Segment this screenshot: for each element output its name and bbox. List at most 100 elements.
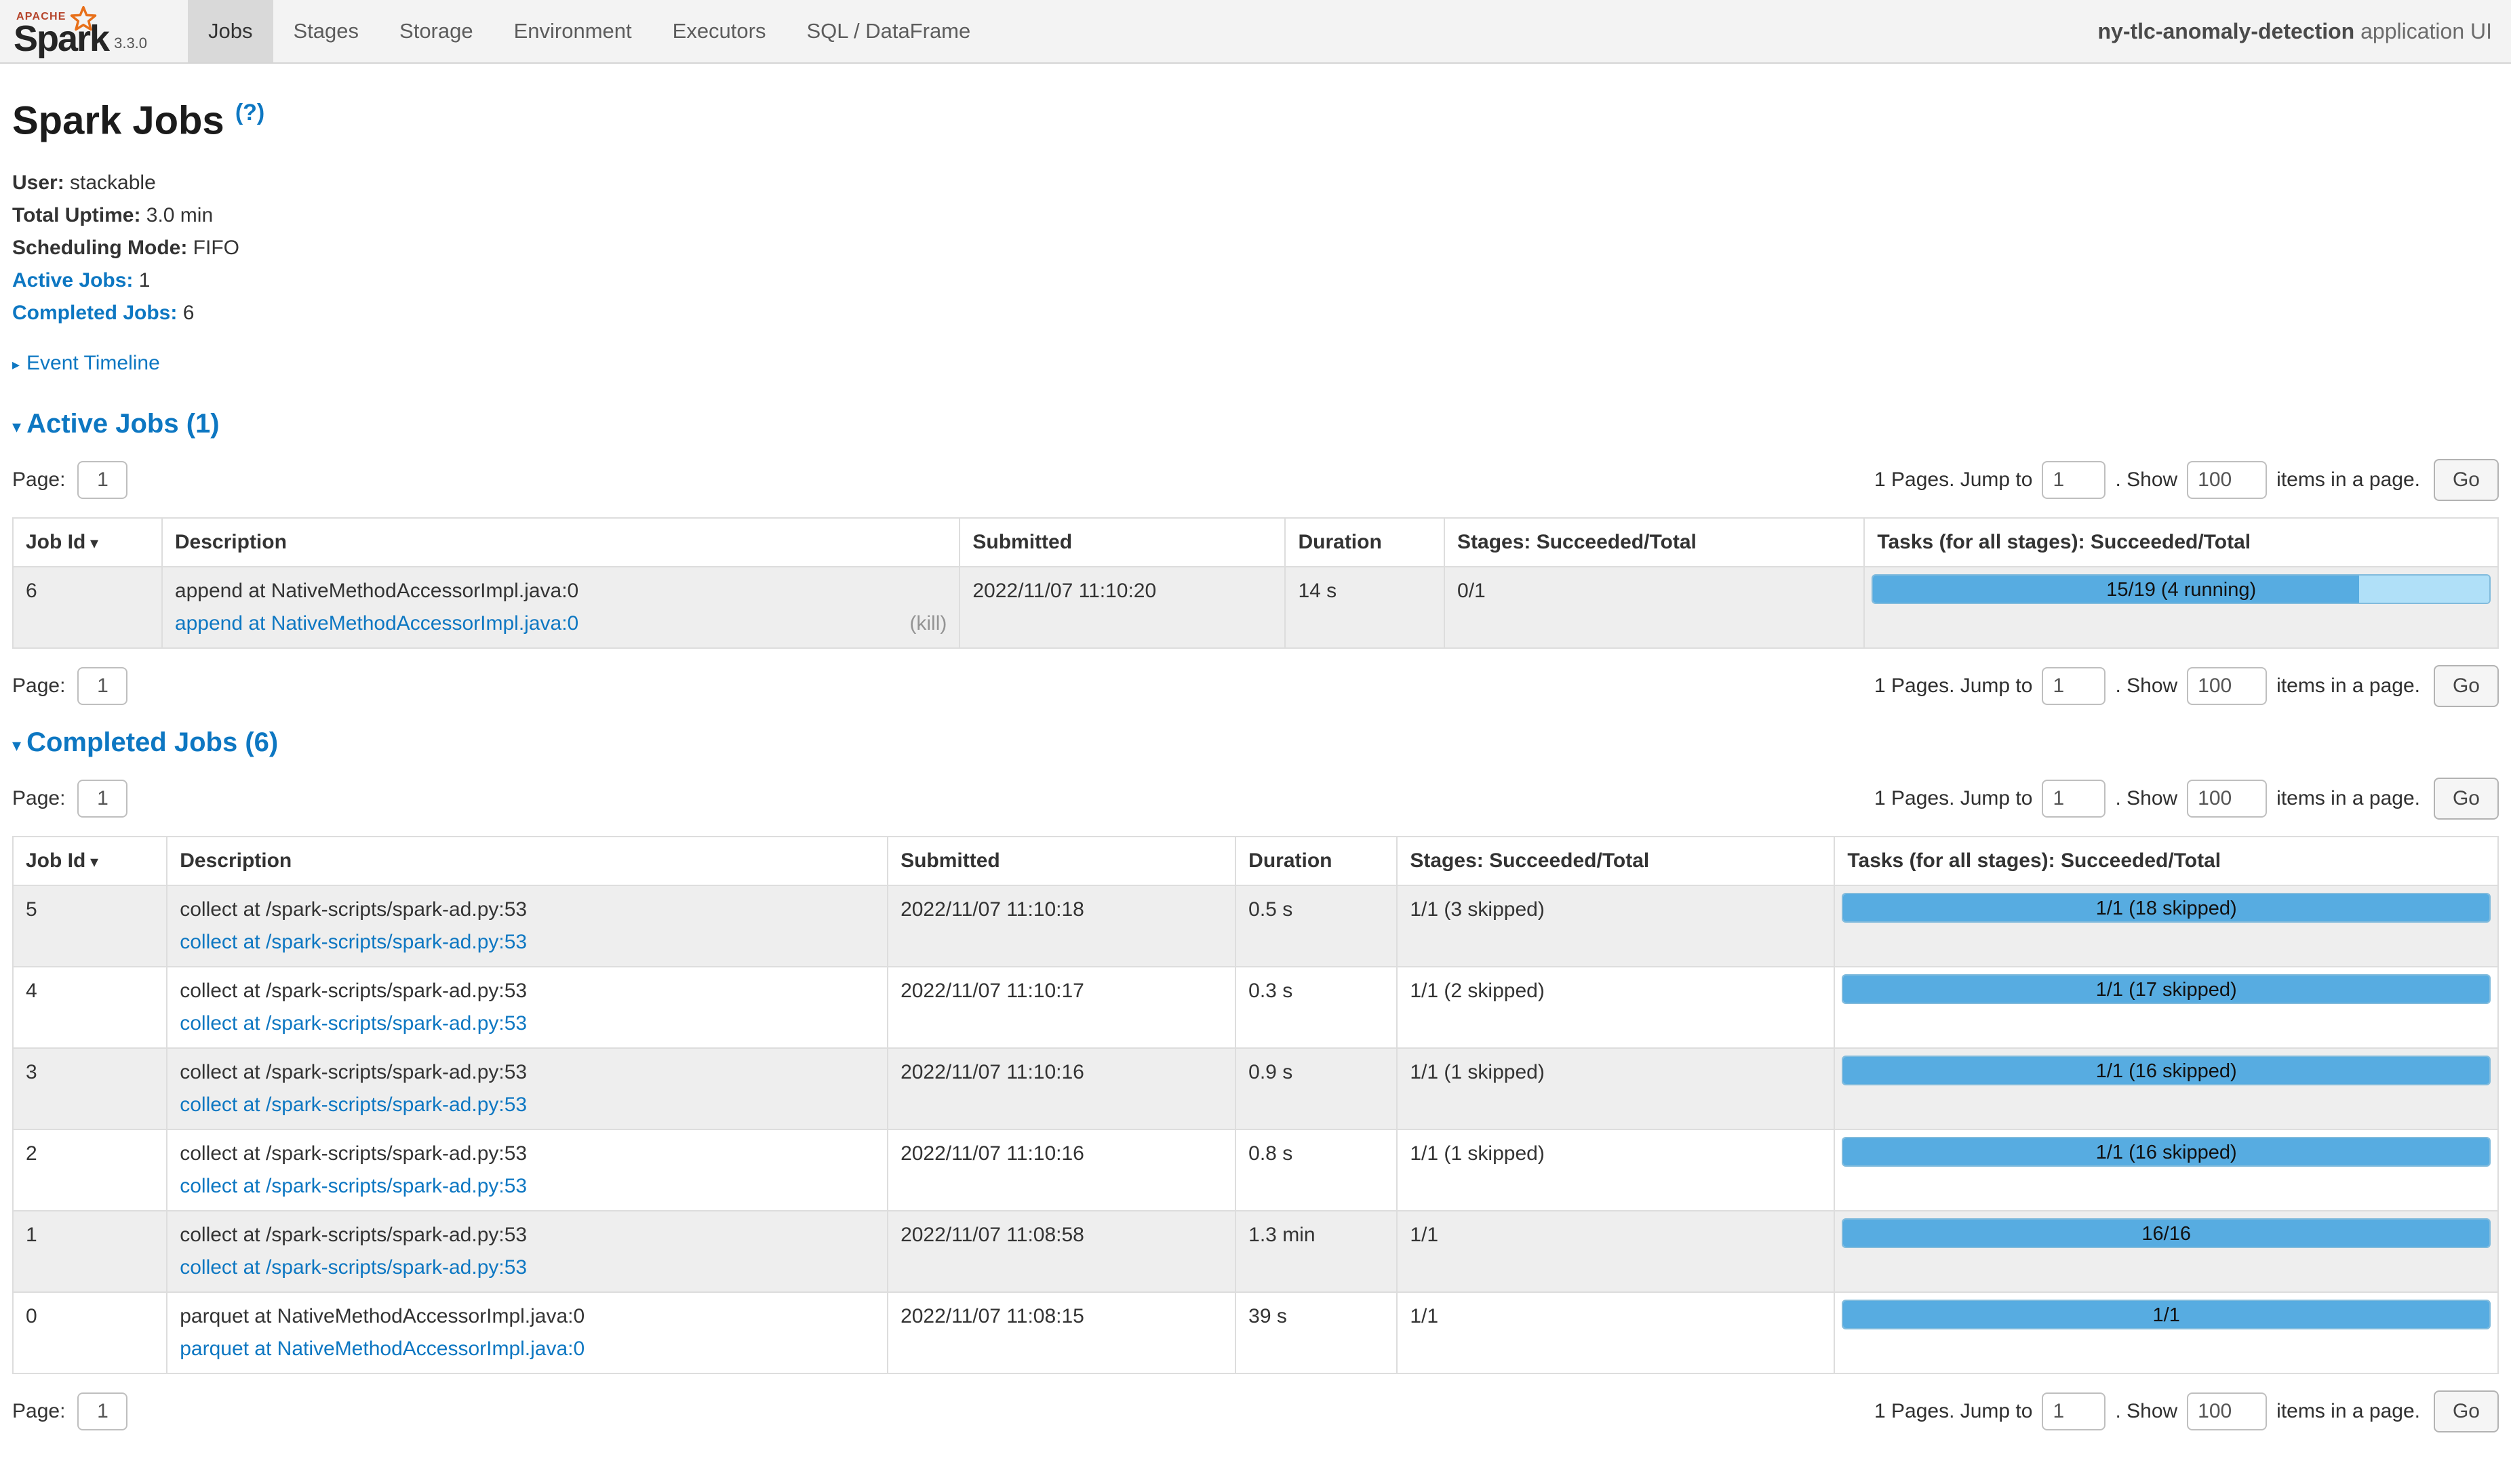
column-header-tasks-for-all-stages-succeeded-total[interactable]: Tasks (for all stages): Succeeded/Total xyxy=(1864,518,2498,567)
go-button[interactable]: Go xyxy=(2434,778,2499,820)
jump-to-input[interactable] xyxy=(2042,461,2105,499)
spark-logo[interactable]: APACHE Spark 3.3.0 xyxy=(0,1,163,61)
jump-to-input[interactable] xyxy=(2042,780,2105,818)
tab-stages[interactable]: Stages xyxy=(273,0,380,62)
pagination-bar: Page: 1 Pages. Jump to . Show items in a… xyxy=(12,665,2499,707)
active-jobs-section-header[interactable]: ▾Active Jobs (1) xyxy=(12,405,2499,443)
description-cell: collect at /spark-scripts/spark-ad.py:53… xyxy=(167,967,888,1048)
show-text: . Show xyxy=(2115,1397,2177,1426)
job-description-link[interactable]: collect at /spark-scripts/spark-ad.py:53 xyxy=(180,1172,527,1201)
jump-to-input[interactable] xyxy=(2042,1392,2105,1430)
page-label: Page: xyxy=(12,784,65,813)
summary-link-label[interactable]: Active Jobs: xyxy=(12,269,133,292)
tab-storage[interactable]: Storage xyxy=(379,0,494,62)
summary-link-label[interactable]: Completed Jobs: xyxy=(12,302,177,324)
help-link[interactable]: (?) xyxy=(235,100,264,125)
kill-link[interactable]: (kill) xyxy=(909,609,947,638)
job-row: 1 collect at /spark-scripts/spark-ad.py:5… xyxy=(13,1211,2498,1292)
column-header-job-id[interactable]: Job Id ▾ xyxy=(13,518,162,567)
description-cell: collect at /spark-scripts/spark-ad.py:53… xyxy=(167,885,888,967)
duration-cell: 39 s xyxy=(1235,1292,1397,1373)
stages-cell: 1/1 (1 skipped) xyxy=(1397,1048,1834,1129)
page-title: Spark Jobs (?) xyxy=(12,87,2499,148)
navbar: APACHE Spark 3.3.0 JobsStagesStorageEnvi… xyxy=(0,0,2511,64)
job-description-link[interactable]: collect at /spark-scripts/spark-ad.py:53 xyxy=(180,1254,527,1282)
completed-jobs-section-header[interactable]: ▾Completed Jobs (6) xyxy=(12,723,2499,761)
show-count-input[interactable] xyxy=(2187,780,2267,818)
sort-desc-icon: ▾ xyxy=(85,534,98,553)
pages-jump-text: 1 Pages. Jump to xyxy=(1874,672,2032,700)
job-id-cell: 1 xyxy=(13,1211,167,1292)
collapse-arrow-icon: ▾ xyxy=(12,416,21,437)
task-progress-bar: 1/1 (16 skipped) xyxy=(1842,1137,2491,1167)
summary-item: Completed Jobs: 6 xyxy=(12,299,2499,327)
job-description-link[interactable]: parquet at NativeMethodAccessorImpl.java… xyxy=(180,1335,585,1363)
column-header-description[interactable]: Description xyxy=(162,518,960,567)
page-number-input[interactable] xyxy=(77,1392,127,1430)
pages-jump-text: 1 Pages. Jump to xyxy=(1874,784,2032,813)
job-description-link[interactable]: append at NativeMethodAccessorImpl.java:… xyxy=(175,609,578,638)
tab-environment[interactable]: Environment xyxy=(494,0,652,62)
tab-executors[interactable]: Executors xyxy=(652,0,787,62)
items-text: items in a page. xyxy=(2276,784,2420,813)
duration-cell: 14 s xyxy=(1285,567,1444,648)
column-header-duration[interactable]: Duration xyxy=(1235,837,1397,885)
job-description-link[interactable]: collect at /spark-scripts/spark-ad.py:53 xyxy=(180,928,527,957)
go-button[interactable]: Go xyxy=(2434,1390,2499,1432)
event-timeline-toggle[interactable]: ▸Event Timeline xyxy=(12,349,2499,378)
pagination-bar: Page: 1 Pages. Jump to . Show items in a… xyxy=(12,459,2499,501)
page-label: Page: xyxy=(12,1397,65,1426)
column-header-submitted[interactable]: Submitted xyxy=(888,837,1235,885)
column-header-duration[interactable]: Duration xyxy=(1285,518,1444,567)
tasks-cell: 1/1 (16 skipped) xyxy=(1834,1129,2498,1211)
show-count-input[interactable] xyxy=(2187,1392,2267,1430)
spark-wordmark: Spark xyxy=(14,20,108,57)
job-row: 6append at NativeMethodAccessorImpl.java… xyxy=(13,567,2498,648)
stages-cell: 1/1 xyxy=(1397,1211,1834,1292)
summary-label: Scheduling Mode: xyxy=(12,237,187,259)
job-description: append at NativeMethodAccessorImpl.java:… xyxy=(175,577,947,605)
column-header-tasks-for-all-stages-succeeded-total[interactable]: Tasks (for all stages): Succeeded/Total xyxy=(1834,837,2498,885)
submitted-cell: 2022/11/07 11:08:58 xyxy=(888,1211,1235,1292)
job-row: 3collect at /spark-scripts/spark-ad.py:5… xyxy=(13,1048,2498,1129)
column-header-description[interactable]: Description xyxy=(167,837,888,885)
task-progress-bar: 1/1 (18 skipped) xyxy=(1842,893,2491,923)
column-header-submitted[interactable]: Submitted xyxy=(960,518,1285,567)
description-cell: parquet at NativeMethodAccessorImpl.java… xyxy=(167,1292,888,1373)
page-number-input[interactable] xyxy=(77,461,127,499)
column-header-stages-succeeded-total[interactable]: Stages: Succeeded/Total xyxy=(1444,518,1864,567)
summary-item: Active Jobs: 1 xyxy=(12,266,2499,295)
column-header-job-id[interactable]: Job Id ▾ xyxy=(13,837,167,885)
task-progress-bar: 1/1 (16 skipped) xyxy=(1842,1056,2491,1085)
pagination-bar: Page: 1 Pages. Jump to . Show items in a… xyxy=(12,1390,2499,1432)
job-description: collect at /spark-scripts/spark-ad.py:53 xyxy=(180,1140,875,1168)
go-button[interactable]: Go xyxy=(2434,665,2499,707)
show-count-input[interactable] xyxy=(2187,461,2267,499)
page-number-input[interactable] xyxy=(77,780,127,818)
go-button[interactable]: Go xyxy=(2434,459,2499,501)
job-id-cell: 4 xyxy=(13,967,167,1048)
job-description-link[interactable]: collect at /spark-scripts/spark-ad.py:53 xyxy=(180,1091,527,1119)
show-count-input[interactable] xyxy=(2187,667,2267,705)
duration-cell: 0.9 s xyxy=(1235,1048,1397,1129)
page-number-input[interactable] xyxy=(77,667,127,705)
job-row: 2collect at /spark-scripts/spark-ad.py:5… xyxy=(13,1129,2498,1211)
job-description: collect at /spark-scripts/spark-ad.py:53 xyxy=(180,1058,875,1087)
active-jobs-table: Job Id ▾DescriptionSubmittedDurationStag… xyxy=(12,517,2499,649)
job-description-link[interactable]: collect at /spark-scripts/spark-ad.py:53 xyxy=(180,1009,527,1038)
stages-cell: 1/1 xyxy=(1397,1292,1834,1373)
description-cell: collect at /spark-scripts/spark-ad.py:53… xyxy=(167,1129,888,1211)
sort-desc-icon: ▾ xyxy=(85,853,98,871)
tab-jobs[interactable]: Jobs xyxy=(188,0,273,62)
progress-label: 15/19 (4 running) xyxy=(1873,576,2489,603)
active-jobs-pager-top: Page: 1 Pages. Jump to . Show items in a… xyxy=(12,459,2499,501)
job-row: 5collect at /spark-scripts/spark-ad.py:5… xyxy=(13,885,2498,967)
pages-jump-text: 1 Pages. Jump to xyxy=(1874,1397,2032,1426)
completed-jobs-table: Job Id ▾DescriptionSubmittedDurationStag… xyxy=(12,836,2499,1374)
column-header-stages-succeeded-total[interactable]: Stages: Succeeded/Total xyxy=(1397,837,1834,885)
tab-sql-dataframe[interactable]: SQL / DataFrame xyxy=(786,0,991,62)
jump-to-input[interactable] xyxy=(2042,667,2105,705)
summary-item: Total Uptime: 3.0 min xyxy=(12,201,2499,230)
show-text: . Show xyxy=(2115,466,2177,494)
active-jobs-heading: Active Jobs (1) xyxy=(26,409,220,439)
